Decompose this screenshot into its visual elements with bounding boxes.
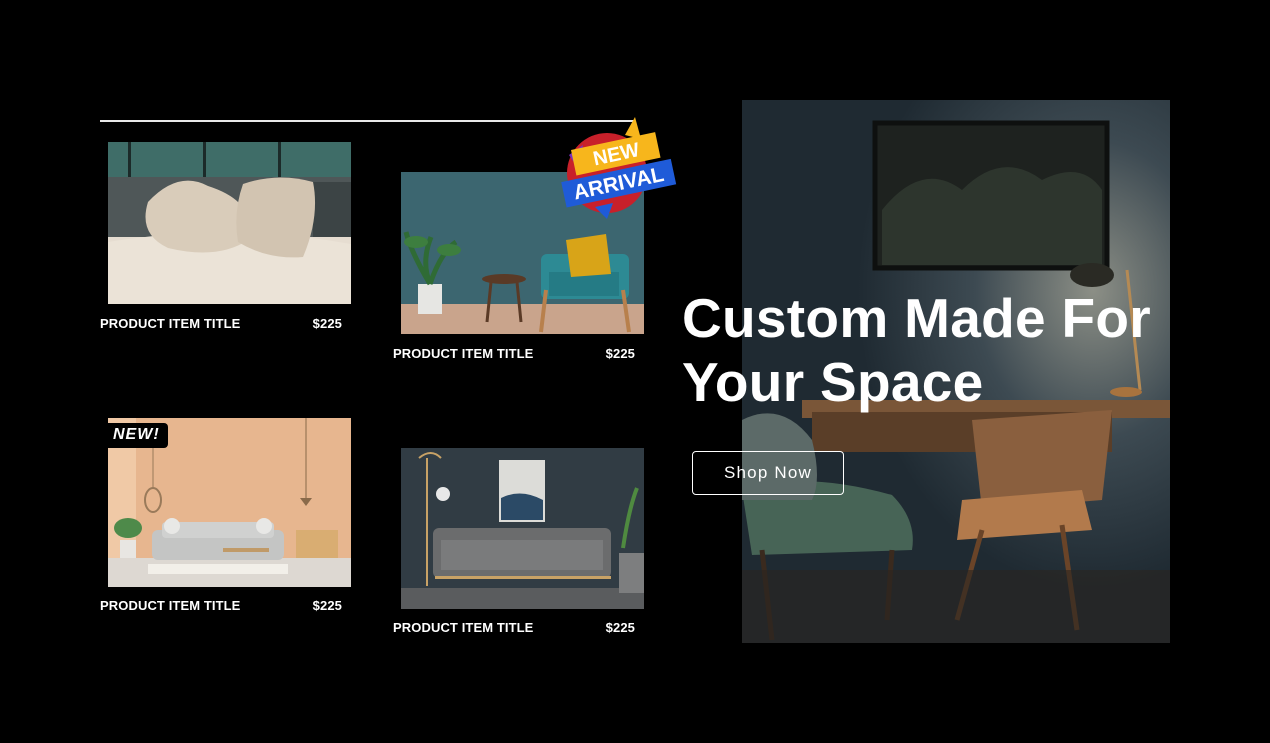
product-price: $225 (605, 620, 635, 635)
product-image[interactable] (401, 448, 644, 609)
product-image[interactable] (108, 142, 351, 304)
product-title[interactable]: PRODUCT ITEM TITLE (393, 620, 533, 635)
product-title[interactable]: PRODUCT ITEM TITLE (393, 346, 533, 361)
product-title[interactable]: PRODUCT ITEM TITLE (100, 598, 240, 613)
product-price: $225 (605, 346, 635, 361)
shop-now-button[interactable]: Shop Now (692, 451, 844, 495)
product-price: $225 (312, 316, 342, 331)
product-card[interactable]: PRODUCT ITEM TITLE $225 (393, 448, 644, 635)
product-image[interactable]: NEW! (108, 418, 351, 587)
product-price: $225 (312, 598, 342, 613)
product-card[interactable]: NEW! PRODUCT ITEM TITLE $225 (100, 418, 351, 613)
new-badge: NEW! (108, 423, 168, 448)
hero-headline: Custom Made For Your Space (682, 287, 1151, 413)
new-arrival-badge: NEW ARRIVAL (555, 115, 677, 220)
product-card[interactable]: PRODUCT ITEM TITLE $225 (100, 142, 351, 331)
product-title[interactable]: PRODUCT ITEM TITLE (100, 316, 240, 331)
